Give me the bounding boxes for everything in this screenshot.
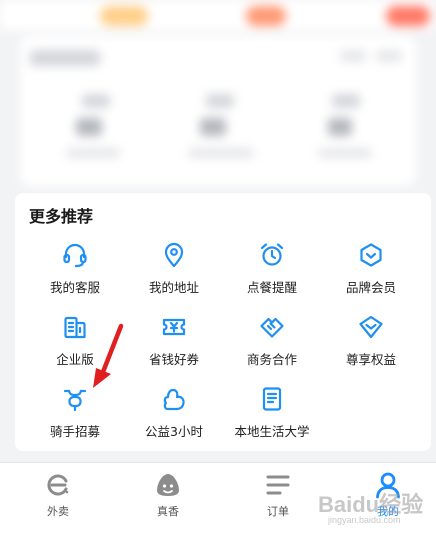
grid-item-label: 尊享权益: [345, 352, 396, 367]
grid-item-label: 企业版: [56, 352, 94, 367]
book-icon: [262, 387, 282, 411]
promo-pill: [386, 6, 430, 26]
blurred-header-area: [0, 0, 436, 192]
section-title: 更多推荐: [29, 207, 94, 226]
bottom-tab-bar: 外卖 真香 订单 我的 Baidu经验 jingyan.baidu.com: [0, 462, 436, 535]
grid-item-label: 省钱好券: [148, 352, 199, 367]
grid-item-brand-member[interactable]: 品牌会员: [319, 239, 423, 305]
grid-item-coupons[interactable]: 省钱好券: [122, 311, 226, 377]
tab-label: 真香: [157, 505, 179, 518]
grid-item-label: 商务合作: [246, 352, 297, 367]
diamond-icon: [359, 315, 383, 339]
tab-zhenxiang[interactable]: 真香: [128, 463, 208, 535]
coupon-icon: [162, 318, 186, 336]
handshake-icon: [260, 317, 284, 338]
alarm-clock-icon: [260, 243, 284, 266]
grid-item-local-life-university[interactable]: 本地生活大学: [220, 383, 324, 449]
tab-takeout[interactable]: 外卖: [18, 463, 98, 535]
grid-item-label: 公益3小时: [145, 424, 203, 439]
grid-item-customer-service[interactable]: 我的客服: [23, 239, 127, 305]
grid-item-premium-benefits[interactable]: 尊享权益: [319, 311, 423, 377]
top-strip: [0, 0, 436, 30]
order-list-icon: [266, 475, 290, 495]
stats-card: [20, 36, 416, 186]
tab-label: 订单: [267, 505, 289, 518]
watermark-sub-text: jingyan.baidu.com: [328, 515, 401, 525]
baidu-jingyan-watermark: Baidu经验 jingyan.baidu.com: [318, 485, 430, 531]
grid-item-label: 点餐提醒: [246, 280, 297, 295]
annotation-arrow: [93, 323, 124, 388]
grid-item-charity-3-hours[interactable]: 公益3小时: [122, 383, 226, 449]
takeout-logo-icon: [47, 474, 69, 496]
grid-item-label: 我的地址: [148, 280, 199, 295]
grid-item-label: 品牌会员: [345, 280, 396, 295]
grid-item-label: 我的客服: [49, 280, 100, 295]
promo-pill: [100, 6, 148, 26]
charity-hand-icon: [163, 388, 185, 411]
more-recommend-card: 更多推荐 我的客服 我的地址 点餐提醒 品牌会员 企业版 省钱好券 商务合作 尊…: [15, 193, 431, 451]
grid-item-my-address[interactable]: 我的地址: [122, 239, 226, 305]
grid-item-meal-reminder[interactable]: 点餐提醒: [220, 239, 324, 305]
grid-item-label: 本地生活大学: [234, 424, 310, 439]
tab-orders[interactable]: 订单: [238, 463, 318, 535]
tab-label: 外卖: [47, 505, 69, 518]
promo-pill: [246, 6, 286, 26]
location-pin-icon: [164, 242, 184, 268]
brand-shield-icon: [360, 243, 382, 267]
rice-ball-icon: [157, 474, 179, 496]
headset-icon: [63, 243, 87, 268]
rider-scooter-icon: [63, 389, 87, 412]
grid-item-business-cooperation[interactable]: 商务合作: [220, 311, 324, 377]
building-icon: [64, 316, 86, 339]
grid-item-label: 骑手招募: [49, 424, 100, 439]
